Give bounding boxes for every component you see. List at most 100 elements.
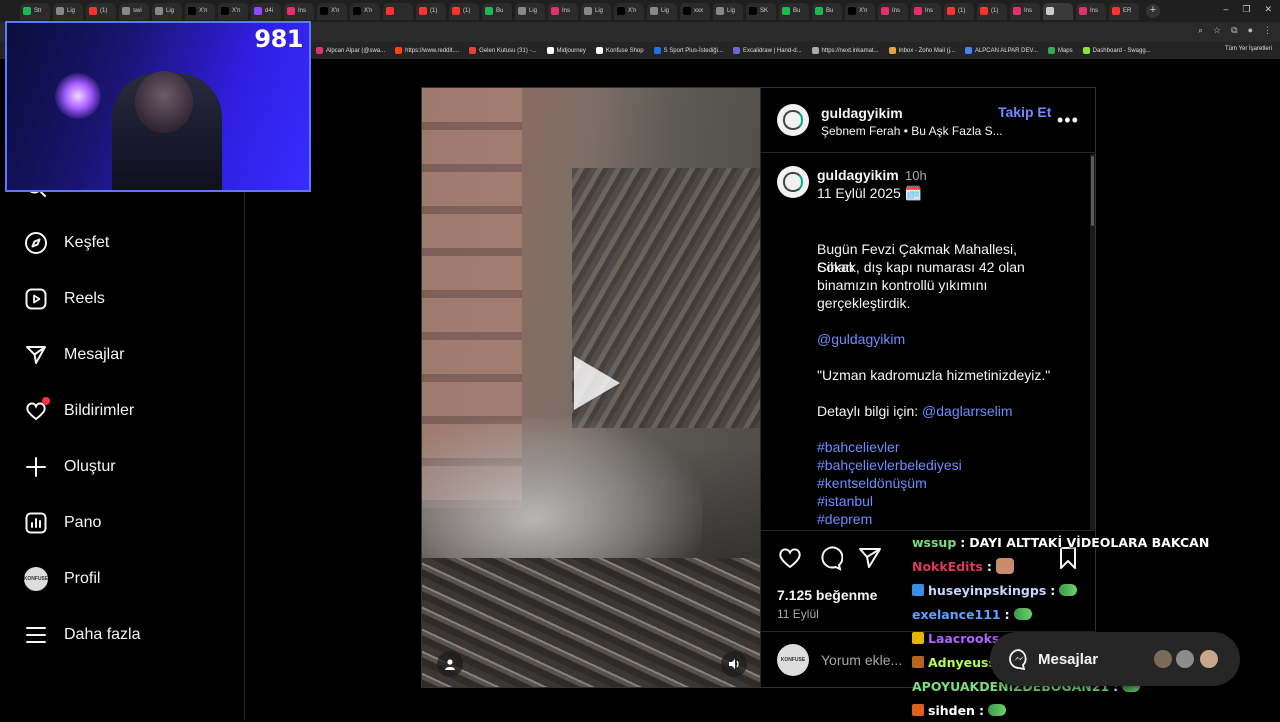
bookmark-item[interactable]: Midjourney <box>546 47 586 54</box>
bookmark-star-icon[interactable]: ☆ <box>1213 25 1221 36</box>
bookmark-item[interactable]: Konfuse Shop <box>595 47 644 54</box>
zoom-icon[interactable]: ⌕ <box>1198 25 1203 36</box>
post-video[interactable] <box>422 88 760 687</box>
caption-scroll-thumb[interactable] <box>1091 156 1094 226</box>
bookmark-item[interactable]: Excalidraw | Hand-d... <box>732 47 802 54</box>
browser-tab[interactable]: X'n <box>350 2 380 20</box>
all-bookmarks-link[interactable]: Tüm Yer İşaretleri <box>1225 46 1272 52</box>
browser-tab[interactable]: (1) <box>86 2 116 20</box>
browser-tab[interactable]: Ins <box>878 2 908 20</box>
caption-username[interactable]: guldagyikim <box>817 167 899 183</box>
mention-link[interactable]: @daglarrselim <box>922 403 1012 419</box>
author-username[interactable]: guldagyikim <box>821 105 903 121</box>
sidebar-item-reels[interactable]: Reels <box>24 286 105 312</box>
play-icon[interactable] <box>560 350 626 416</box>
tagged-users-button[interactable] <box>437 651 463 677</box>
browser-tab[interactable] <box>383 2 413 20</box>
sidebar-item-menu[interactable]: Daha fazla <box>24 622 141 648</box>
browser-tab[interactable]: xxx <box>680 2 710 20</box>
sidebar-item-profile[interactable]: KONFUSE Profil <box>24 566 100 592</box>
browser-tab[interactable]: Lig <box>53 2 83 20</box>
browser-menu-icon[interactable]: ⋮ <box>1263 25 1272 36</box>
browser-tab[interactable]: Ins <box>284 2 314 20</box>
bookmark-item[interactable]: ALPCAN ALPAR DEV... <box>964 47 1038 54</box>
caption-link[interactable]: #bahcelievler <box>817 438 1057 456</box>
profile-icon[interactable]: ● <box>1248 25 1253 36</box>
browser-tab[interactable]: Bu <box>482 2 512 20</box>
like-heart-icon[interactable] <box>777 545 803 571</box>
browser-tab[interactable]: (1) <box>416 2 446 20</box>
browser-tab[interactable]: Ins <box>1010 2 1040 20</box>
extensions-icon[interactable]: ⧉ <box>1231 25 1237 36</box>
message-avatar <box>1152 648 1174 670</box>
bookmark-label: ALPCAN ALPAR DEV... <box>974 47 1038 54</box>
comment-input[interactable]: Yorum ekle... <box>821 652 902 668</box>
browser-tab[interactable]: X'n <box>845 2 875 20</box>
caption-link[interactable]: #deprem <box>817 510 1057 528</box>
caption-link[interactable]: #bahçelievlerbelediyesi <box>817 456 1057 474</box>
browser-tab[interactable]: SK <box>746 2 776 20</box>
likes-count[interactable]: 7.125 beğenme <box>777 587 877 603</box>
speaker-icon <box>729 659 739 669</box>
browser-tab[interactable]: Lig <box>515 2 545 20</box>
browser-tab[interactable]: Lig <box>647 2 677 20</box>
caption-link[interactable]: #istanbul <box>817 492 1057 510</box>
browser-tab[interactable]: Lig <box>152 2 182 20</box>
bookmark-item[interactable]: Dashboard - Swagg... <box>1082 47 1151 54</box>
browser-tab[interactable]: X'n <box>185 2 215 20</box>
bookmark-item[interactable]: Alpcan Alpar (@swa... <box>316 47 385 54</box>
bookmark-item[interactable]: Maps <box>1047 47 1073 54</box>
browser-tab[interactable]: Bu <box>779 2 809 20</box>
caption-link[interactable]: @guldagyikim <box>817 330 1057 348</box>
bookmark-item[interactable]: Gelen Kutusu (31) -... <box>469 47 537 54</box>
mute-button[interactable] <box>721 651 747 677</box>
share-send-icon[interactable] <box>857 545 883 571</box>
browser-tab[interactable]: X'n <box>218 2 248 20</box>
bookmark-item[interactable]: S Sport Plus-İstediği... <box>653 47 723 54</box>
caption-line-text: #bahcelievler <box>817 439 900 455</box>
browser-tab[interactable]: Str <box>20 2 50 20</box>
browser-tab[interactable]: (1) <box>944 2 974 20</box>
browser-tab[interactable]: (1) <box>977 2 1007 20</box>
browser-tab[interactable]: Ins <box>911 2 941 20</box>
bookmark-item[interactable]: Inbox - Zoho Mail (j... <box>888 47 955 54</box>
browser-tab[interactable]: Lig <box>713 2 743 20</box>
caption-line-text: #bahçelievlerbelediyesi <box>817 457 962 473</box>
sidebar-item-plus[interactable]: Oluştur <box>24 454 116 480</box>
browser-tab[interactable]: X'n <box>317 2 347 20</box>
bookmark-label: Midjourney <box>556 47 586 54</box>
sidebar-item-heart[interactable]: Bildirimler <box>24 397 134 424</box>
minimize-icon[interactable]: – <box>1223 4 1228 15</box>
browser-tab[interactable]: swi <box>119 2 149 20</box>
tab-title: Lig <box>595 8 604 14</box>
browser-tab[interactable]: X'n <box>614 2 644 20</box>
browser-tab[interactable]: Bu <box>812 2 842 20</box>
bookmark-favicon-icon <box>1047 47 1055 54</box>
audio-track[interactable]: Şebnem Ferah • Bu Aşk Fazla S... <box>821 124 1003 138</box>
browser-tab[interactable]: Lig <box>581 2 611 20</box>
maximize-icon[interactable]: ❐ <box>1242 4 1250 15</box>
bookmark-item[interactable]: https://next.inkamat... <box>811 47 879 54</box>
browser-tab[interactable]: (1) <box>449 2 479 20</box>
close-icon[interactable]: ✕ <box>1264 4 1272 15</box>
browser-tab[interactable]: ER <box>1109 2 1139 20</box>
messages-pill[interactable]: Mesajlar <box>990 632 1240 686</box>
new-tab-button[interactable]: + <box>1146 4 1160 18</box>
comment-icon[interactable] <box>817 545 843 571</box>
sidebar-item-send[interactable]: Mesajlar <box>24 342 124 368</box>
browser-tab[interactable]: Ins <box>1076 2 1106 20</box>
tab-favicon-icon <box>584 7 592 15</box>
browser-tab[interactable]: Ins <box>548 2 578 20</box>
follow-button[interactable]: Takip Et <box>998 104 1051 120</box>
browser-tab[interactable]: d4i <box>251 2 281 20</box>
author-avatar[interactable] <box>777 104 809 136</box>
caption-author-avatar[interactable] <box>777 166 809 198</box>
caption-link[interactable]: #kentseldönüşüm <box>817 474 1057 492</box>
sidebar-item-dashboard[interactable]: Pano <box>24 510 101 536</box>
bookmark-label: https://next.inkamat... <box>821 47 879 54</box>
tab-title: (1) <box>430 8 438 14</box>
sidebar-item-compass[interactable]: Keşfet <box>24 230 109 256</box>
more-options-icon[interactable]: ••• <box>1057 110 1079 131</box>
bookmark-item[interactable]: https://www.reddit.... <box>395 47 459 54</box>
browser-tab[interactable] <box>1043 2 1073 20</box>
